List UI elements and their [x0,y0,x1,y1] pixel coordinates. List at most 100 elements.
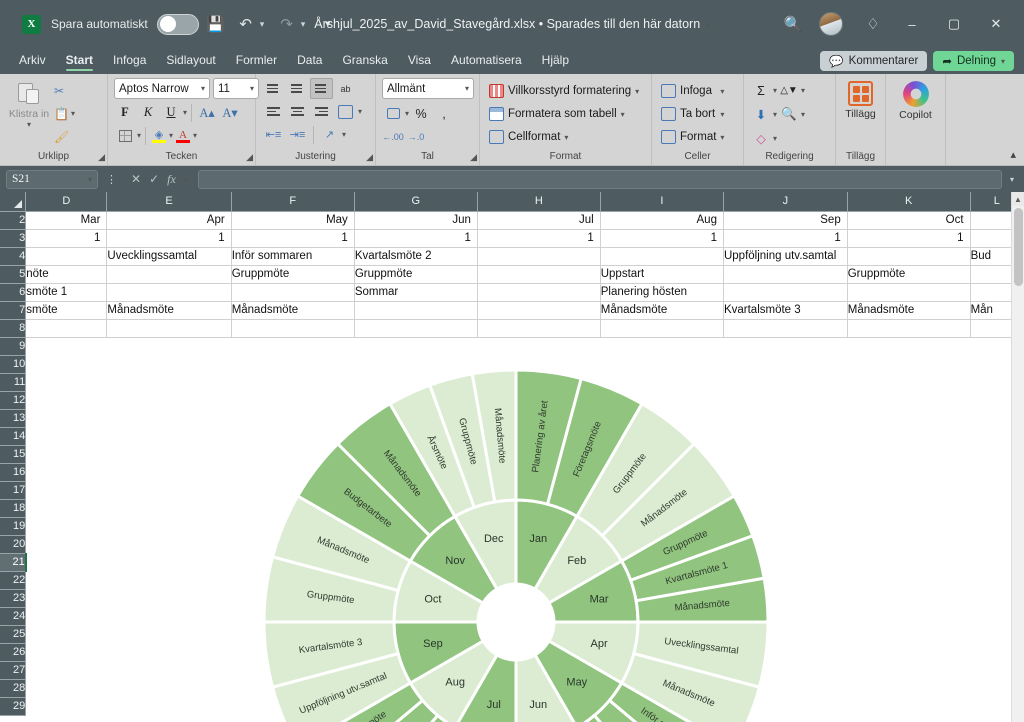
cell-D2[interactable]: Mar [25,211,108,230]
sort-filter-chevron-down-icon[interactable]: ▾ [801,86,805,95]
cell-I8[interactable] [600,319,724,338]
table-row[interactable]: 27 [0,661,1024,680]
table-row[interactable]: 9 [0,337,1024,356]
select-all-corner[interactable] [0,192,27,212]
row-20-blank[interactable] [25,535,1024,553]
underline-button[interactable]: U [160,102,182,123]
alignment-dialog-launcher-icon[interactable]: ◢ [366,152,373,163]
row-17-blank[interactable] [25,481,1024,499]
cell-H8[interactable] [477,319,601,338]
table-row[interactable]: 23 [0,589,1024,608]
column-header-H[interactable]: H [477,192,601,212]
cell-G4[interactable]: Kvartalsmöte 2 [354,247,478,266]
worksheet-area[interactable]: D E F G H I J K L 2 Mar Apr May Jun Jul … [0,192,1024,722]
row-14-blank[interactable] [25,427,1024,445]
increase-indent-button[interactable]: ⇥≡ [286,124,309,145]
collapse-ribbon-icon[interactable]: ▴ [1010,148,1016,161]
wheel-segment[interactable] [354,713,455,722]
cell-F3[interactable]: 1 [231,229,355,248]
tab-granska[interactable]: Granska [333,50,396,72]
cell-G2[interactable]: Jun [354,211,478,230]
shrink-font-button[interactable]: A▾ [219,102,241,123]
premium-diamond-icon[interactable]: ♢ [856,9,890,39]
currency-chevron-down-icon[interactable]: ▾ [405,109,409,118]
cell-H3[interactable]: 1 [477,229,601,248]
row-header-16[interactable]: 16 [0,463,27,482]
table-row[interactable]: 17 [0,481,1024,500]
cell-D3[interactable]: 1 [25,229,108,248]
cell-E6[interactable] [106,283,232,302]
align-middle-button[interactable] [286,78,309,99]
cell-J3[interactable]: 1 [723,229,848,248]
comments-button[interactable]: 💬 Kommentarer [820,51,928,71]
number-format-combo[interactable]: Allmänt ▾ [382,78,474,99]
row-header-3[interactable]: 3 [0,229,27,248]
row-header-28[interactable]: 28 [0,679,27,698]
row-22-blank[interactable] [25,571,1024,589]
insert-cells-button[interactable]: Infoga ▾ [658,80,727,102]
row-24-blank[interactable] [25,607,1024,625]
row-header-18[interactable]: 18 [0,499,27,518]
cell-I7[interactable]: Månadsmöte [600,301,724,320]
cell-K5[interactable]: Gruppmöte [847,265,971,284]
column-header-I[interactable]: I [600,192,724,212]
cell-J8[interactable] [723,319,848,338]
row-25-blank[interactable] [25,625,1024,643]
table-row[interactable]: 24 [0,607,1024,626]
align-left-button[interactable] [262,101,285,122]
cell-K7[interactable]: Månadsmöte [847,301,971,320]
cell-I6[interactable]: Planering hösten [600,283,724,302]
decrease-indent-button[interactable]: ⇤≡ [262,124,285,145]
row-header-11[interactable]: 11 [0,373,27,392]
row-header-21[interactable]: 21 [0,553,27,572]
row-16-blank[interactable] [25,463,1024,481]
row-header-23[interactable]: 23 [0,589,27,608]
italic-button[interactable]: K [137,102,159,123]
maximize-button[interactable]: ▢ [934,9,974,39]
table-row[interactable]: 5 nöte Gruppmöte Gruppmöte Uppstart Grup… [0,265,1024,284]
table-row[interactable]: 16 [0,463,1024,482]
cell-K2[interactable]: Oct [847,211,971,230]
cell-F4[interactable]: Inför sommaren [231,247,355,266]
cell-I2[interactable]: Aug [600,211,724,230]
tab-arkiv[interactable]: Arkiv [10,50,55,72]
cell-E4[interactable]: Uvecklingssamtal [106,247,232,266]
row-29-blank[interactable] [25,697,1024,715]
undo-icon[interactable]: ↶ [233,11,259,37]
row-header-2[interactable]: 2 [0,211,27,230]
row-19-blank[interactable] [25,517,1024,535]
column-header-F[interactable]: F [231,192,355,212]
clear-icon[interactable]: ◇ [750,128,772,149]
format-cells-button[interactable]: Format ▾ [658,126,727,148]
tab-automatisera[interactable]: Automatisera [442,50,531,72]
table-row[interactable]: 28 [0,679,1024,698]
cell-J6[interactable] [723,283,848,302]
row-header-27[interactable]: 27 [0,661,27,680]
cell-D6[interactable]: smöte 1 [25,283,108,302]
wheel-segment[interactable] [577,713,678,722]
tab-data[interactable]: Data [288,50,331,72]
wrap-text-button[interactable]: ab [334,78,357,99]
row-18-blank[interactable] [25,499,1024,517]
name-box[interactable]: S21 ▾ [6,169,98,189]
table-row[interactable]: 26 [0,643,1024,662]
vertical-scrollbar[interactable]: ▲ [1011,192,1024,722]
tab-sidlayout[interactable]: Sidlayout [157,50,224,72]
cell-styles-button[interactable]: Cellformat ▾ [486,126,642,148]
cut-button[interactable]: ✂ [52,80,77,101]
row-header-6[interactable]: 6 [0,283,27,302]
paste-button[interactable]: Klistra in ▾ [6,78,52,129]
cell-J7[interactable]: Kvartalsmöte 3 [723,301,848,320]
column-header-K[interactable]: K [847,192,971,212]
font-color-chevron-down-icon[interactable]: ▾ [193,131,197,140]
scrollbar-thumb[interactable] [1014,208,1023,286]
row-header-10[interactable]: 10 [0,355,27,374]
table-row[interactable]: 14 [0,427,1024,446]
tab-formler[interactable]: Formler [227,50,286,72]
table-row[interactable]: 13 [0,409,1024,428]
row-header-5[interactable]: 5 [0,265,27,284]
tab-hjalp[interactable]: Hjälp [533,50,578,72]
cell-E2[interactable]: Apr [106,211,232,230]
row-10-blank[interactable] [25,355,1024,373]
cell-E5[interactable] [106,265,232,284]
